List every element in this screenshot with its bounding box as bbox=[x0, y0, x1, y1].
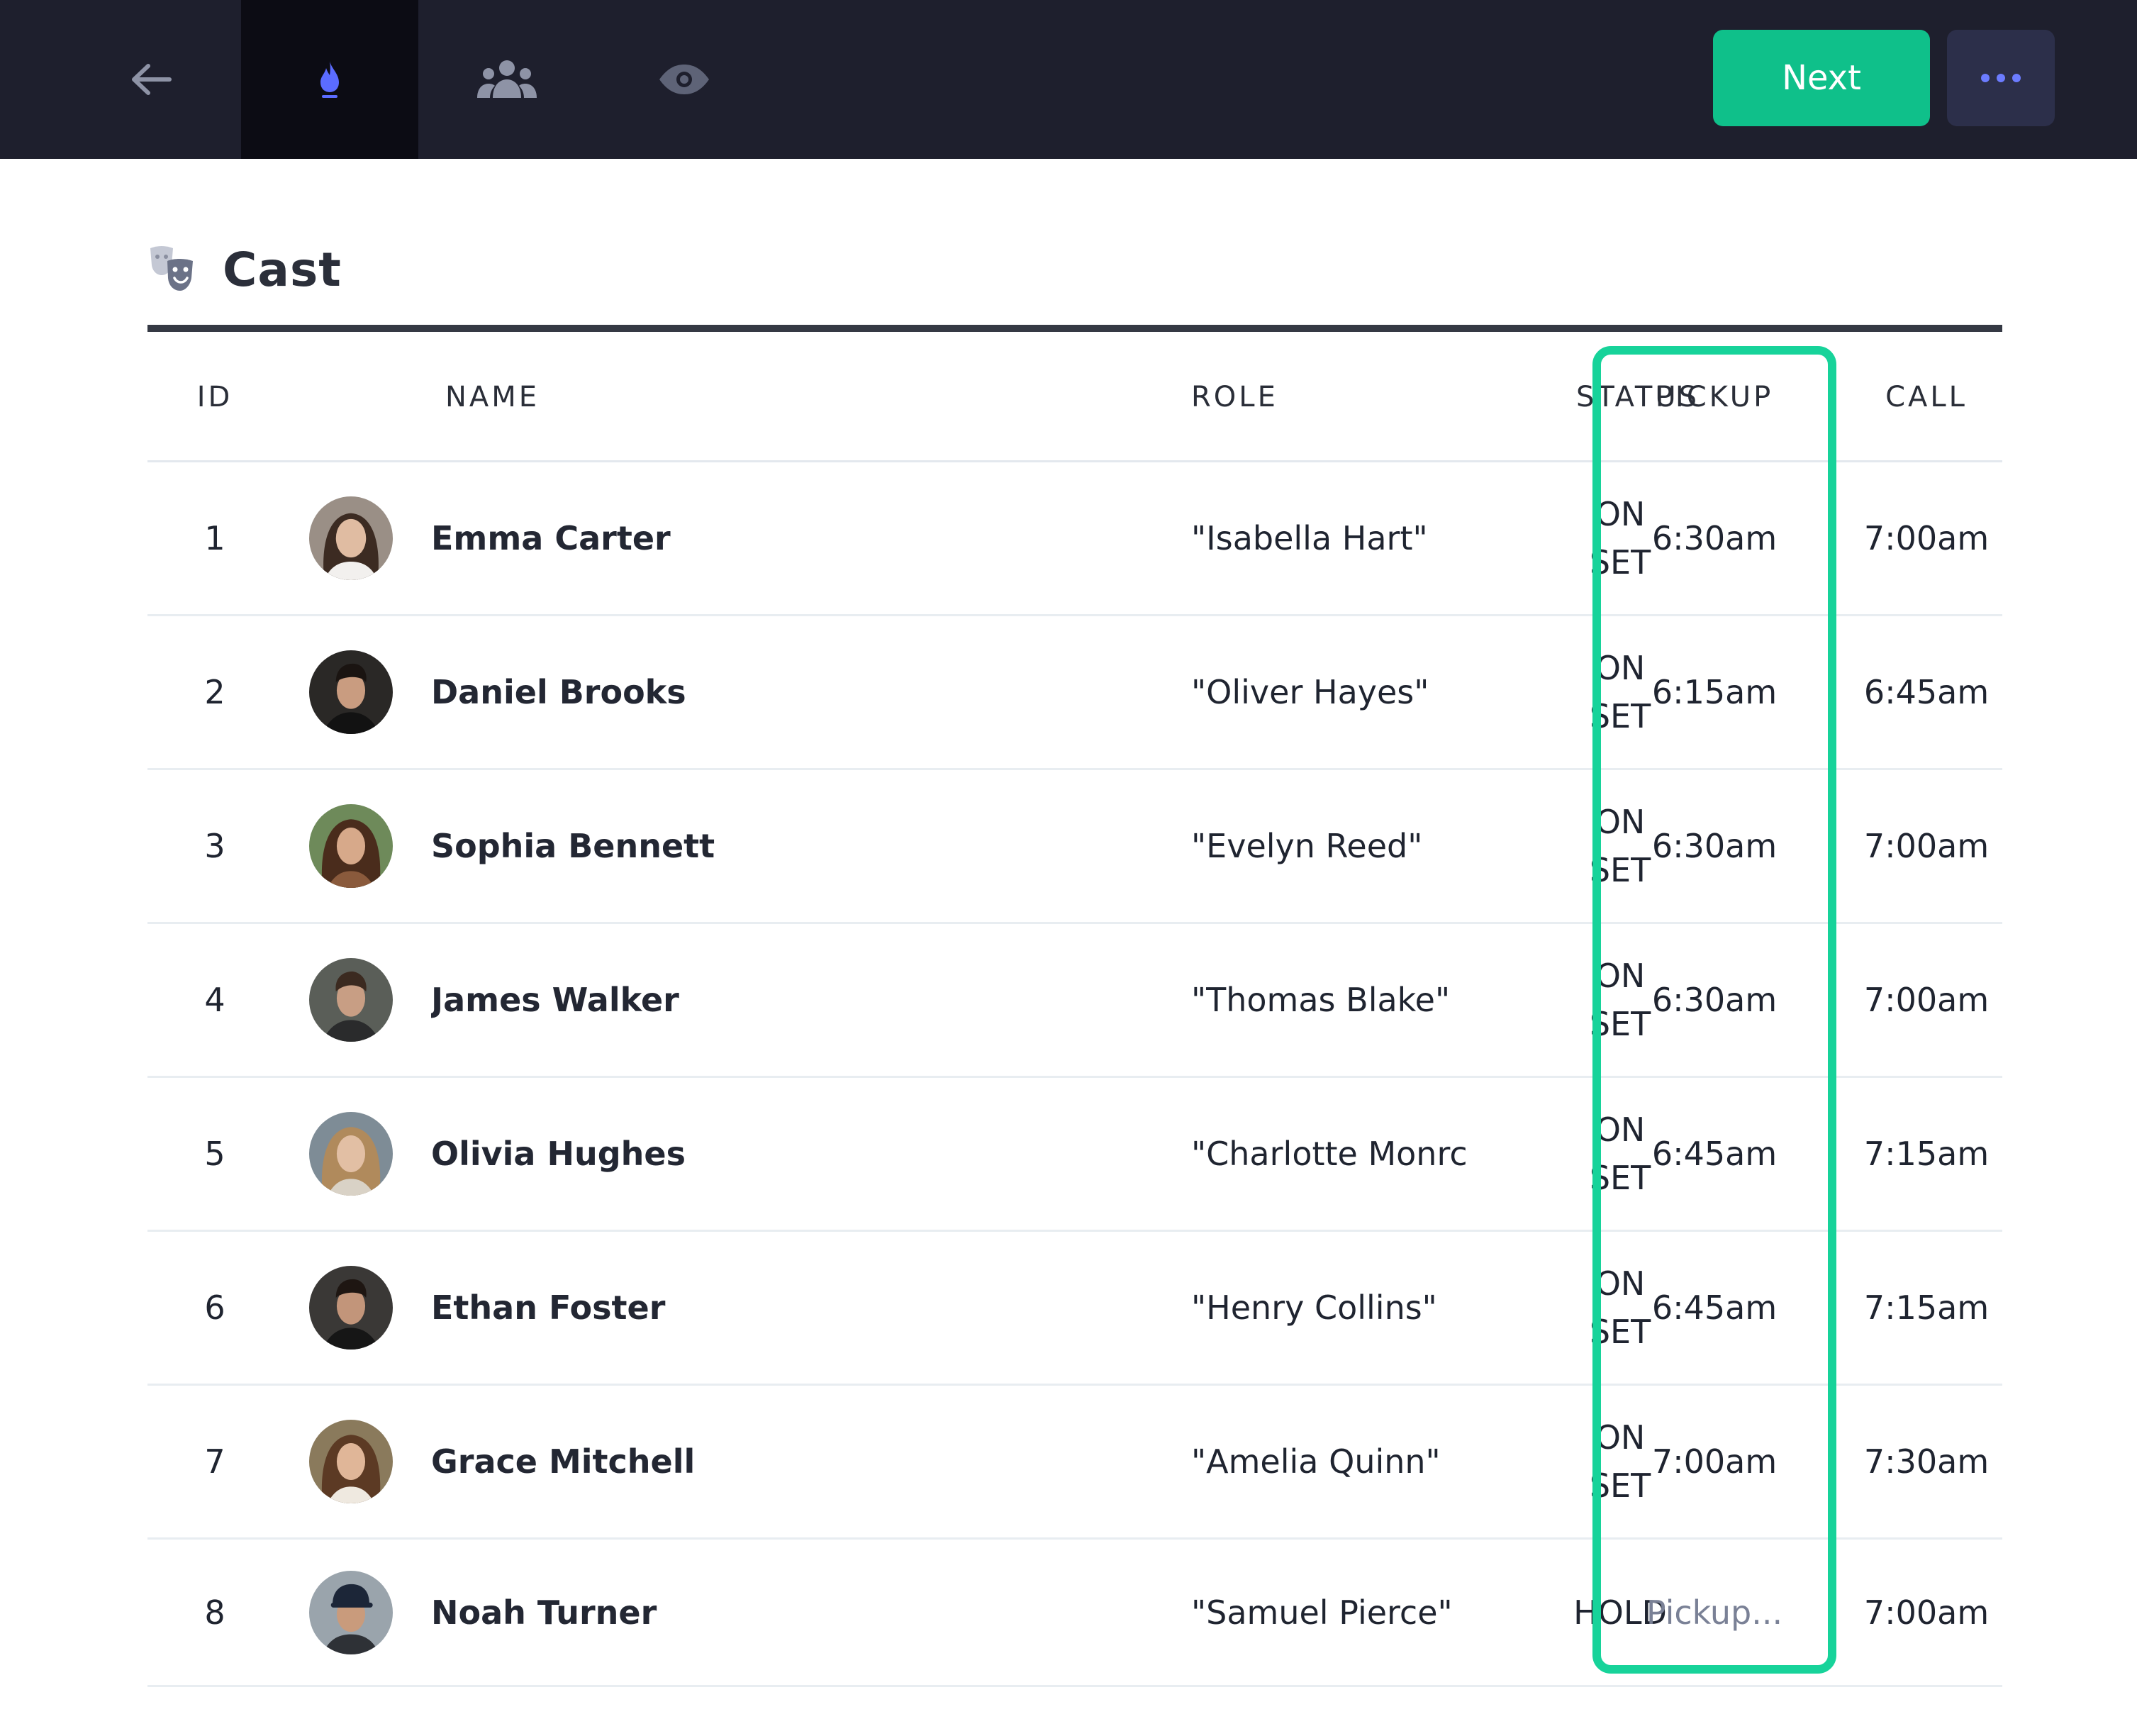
next-button[interactable]: Next bbox=[1713, 30, 1930, 126]
column-header-role[interactable]: ROLE bbox=[1191, 332, 1278, 462]
ellipsis-icon bbox=[2012, 74, 2021, 82]
theater-masks-icon bbox=[150, 246, 193, 291]
table-row[interactable]: 4 James Walker "Thomas Blake" ON SET 6:30… bbox=[147, 924, 2002, 1078]
cell-id: 2 bbox=[204, 673, 225, 711]
table-header: ID NAME ROLE STATUS PICKUP CALL bbox=[147, 332, 2002, 462]
cell-id: 3 bbox=[204, 827, 225, 865]
ellipsis-icon bbox=[1981, 74, 1990, 82]
cell-name: Noah Turner bbox=[431, 1593, 657, 1632]
avatar bbox=[309, 804, 393, 888]
column-header-name[interactable]: NAME bbox=[445, 332, 540, 462]
cell-call: 7:00am bbox=[1863, 1593, 1990, 1632]
ellipsis-icon bbox=[1997, 74, 2005, 82]
table-row[interactable]: 7 Grace Mitchell "Amelia Quinn" ON SET 7:… bbox=[147, 1386, 2002, 1540]
table-row[interactable]: 5 Olivia Hughes "Charlotte Monrc ON SET 6… bbox=[147, 1078, 2002, 1232]
cell-name: Emma Carter bbox=[431, 519, 671, 557]
cell-id: 4 bbox=[204, 981, 225, 1019]
cell-pickup[interactable]: 6:15am bbox=[1608, 616, 1821, 768]
cell-call: 7:30am bbox=[1863, 1442, 1990, 1481]
cell-call: 7:00am bbox=[1863, 519, 1990, 557]
cell-call: 7:00am bbox=[1863, 981, 1990, 1019]
flame-icon bbox=[320, 61, 339, 98]
avatar bbox=[309, 1112, 393, 1196]
cell-id: 8 bbox=[204, 1593, 225, 1632]
avatar bbox=[309, 1570, 393, 1654]
more-options-button[interactable] bbox=[1947, 30, 2055, 126]
people-group-icon bbox=[477, 60, 537, 98]
avatar bbox=[309, 1266, 393, 1350]
eye-icon bbox=[659, 65, 709, 94]
column-header-id[interactable]: ID bbox=[147, 332, 282, 462]
back-arrow-icon bbox=[132, 64, 172, 95]
cell-pickup[interactable]: 6:30am bbox=[1608, 462, 1821, 614]
cell-pickup[interactable]: 6:45am bbox=[1608, 1232, 1821, 1384]
column-header-pickup[interactable]: PICKUP bbox=[1608, 332, 1821, 462]
cell-id: 6 bbox=[204, 1289, 225, 1327]
tab-preview[interactable] bbox=[596, 0, 773, 159]
avatar bbox=[309, 958, 393, 1042]
column-header-call[interactable]: CALL bbox=[1822, 332, 2031, 462]
table-row[interactable]: 2 Daniel Brooks "Oliver Hayes" ON SET 6:1… bbox=[147, 616, 2002, 770]
cell-pickup[interactable]: 7:00am bbox=[1608, 1386, 1821, 1537]
table-row[interactable]: 6 Ethan Foster "Henry Collins" ON SET 6:4… bbox=[147, 1232, 2002, 1386]
cast-table: ID NAME ROLE STATUS PICKUP CALL 1 Emma C… bbox=[147, 332, 2002, 1687]
table-row[interactable]: 3 Sophia Bennett "Evelyn Reed" ON SET 6:3… bbox=[147, 770, 2002, 924]
cell-id: 5 bbox=[204, 1135, 225, 1173]
cell-call: 7:00am bbox=[1863, 827, 1990, 865]
tab-cast[interactable] bbox=[418, 0, 596, 159]
cell-pickup[interactable]: 6:30am bbox=[1608, 924, 1821, 1076]
cell-call: 6:45am bbox=[1863, 673, 1990, 711]
section-divider bbox=[147, 325, 2002, 332]
cell-call: 7:15am bbox=[1863, 1289, 1990, 1327]
cell-call: 7:15am bbox=[1863, 1135, 1990, 1173]
cell-name: Sophia Bennett bbox=[431, 827, 715, 865]
avatar bbox=[309, 1420, 393, 1503]
cell-name: Grace Mitchell bbox=[431, 1442, 696, 1481]
cell-pickup[interactable]: 6:45am bbox=[1608, 1078, 1821, 1230]
table-row[interactable]: 1 Emma Carter "Isabella Hart" ON SET 6:30… bbox=[147, 462, 2002, 616]
section-header: Cast bbox=[147, 234, 342, 305]
cell-name: Daniel Brooks bbox=[431, 673, 686, 711]
top-toolbar: Next bbox=[0, 0, 2137, 159]
avatar bbox=[309, 650, 393, 734]
section-title: Cast bbox=[223, 242, 342, 297]
pickup-input[interactable]: Pickup... bbox=[1608, 1540, 1821, 1685]
back-button[interactable] bbox=[62, 0, 240, 159]
cell-name: Ethan Foster bbox=[431, 1289, 666, 1327]
cell-id: 7 bbox=[204, 1442, 225, 1481]
cell-name: Olivia Hughes bbox=[431, 1135, 686, 1173]
avatar bbox=[309, 496, 393, 580]
cell-pickup[interactable]: 6:30am bbox=[1608, 770, 1821, 922]
table-row[interactable]: 8 Noah Turner "Samuel Pierce" HOLD Picku… bbox=[147, 1540, 2002, 1687]
cell-name: James Walker bbox=[431, 981, 679, 1019]
cell-id: 1 bbox=[204, 519, 225, 557]
tab-flame[interactable] bbox=[241, 0, 418, 159]
